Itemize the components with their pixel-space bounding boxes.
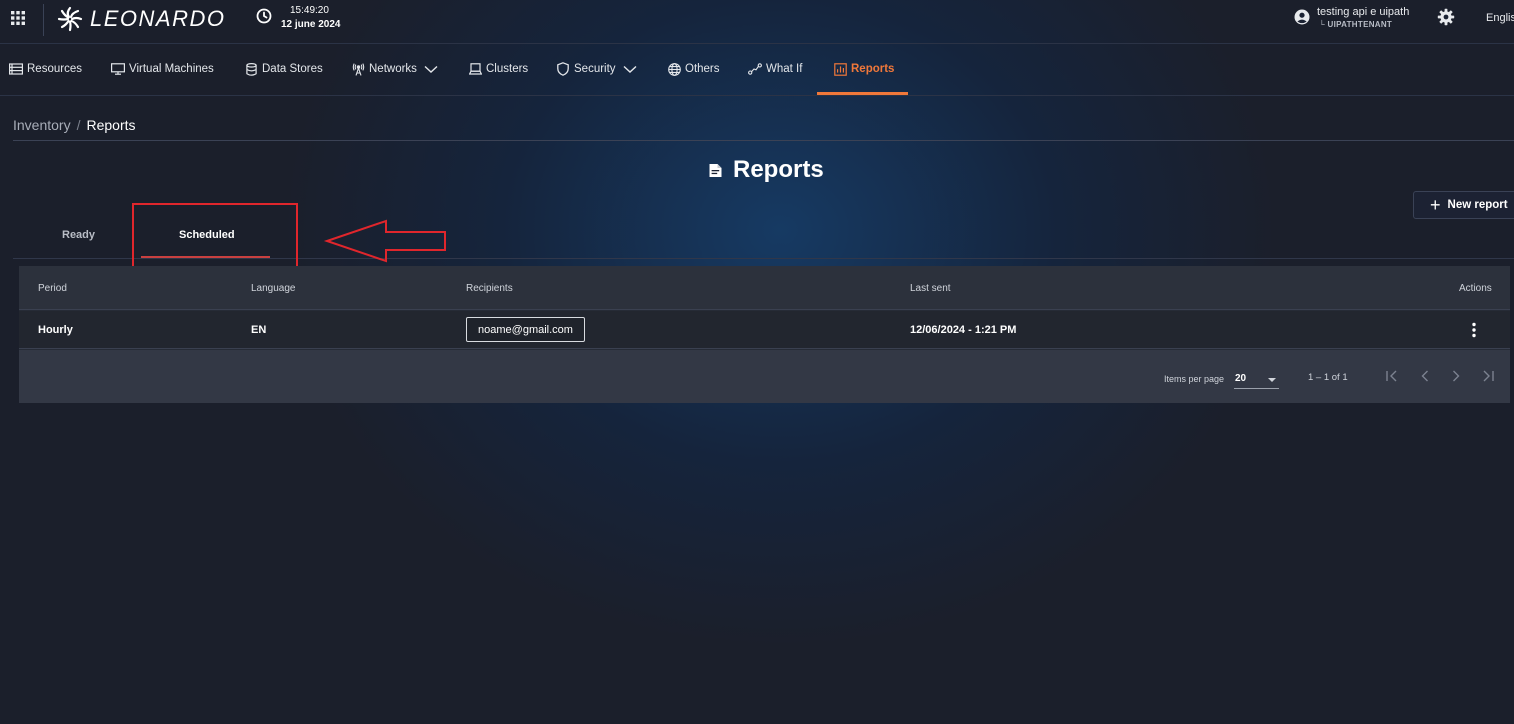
- monitor-icon: [111, 62, 125, 76]
- first-page-icon[interactable]: [1382, 366, 1402, 386]
- nav-security[interactable]: Security: [556, 44, 637, 94]
- dropdown-caret-icon: [1268, 378, 1276, 382]
- nav-others[interactable]: Others: [667, 44, 720, 94]
- nav-label-networks: Networks: [369, 63, 417, 75]
- language-selector[interactable]: Englis: [1486, 12, 1514, 24]
- breadcrumb-current: Reports: [86, 117, 136, 133]
- plus-icon: +: [1430, 195, 1441, 215]
- header-period[interactable]: Period: [38, 283, 67, 294]
- nav-label-reports: Reports: [851, 63, 895, 75]
- header-language[interactable]: Language: [251, 283, 296, 294]
- report-icon: [833, 62, 847, 76]
- breadcrumb-separator: /: [76, 117, 81, 133]
- cell-period: Hourly: [38, 324, 73, 336]
- database-icon: [244, 62, 258, 76]
- current-date: 12 june 2024: [281, 19, 341, 30]
- header-recipients[interactable]: Recipients: [466, 283, 513, 294]
- nav-label-others: Others: [685, 63, 720, 75]
- cell-last-sent: 12/06/2024 - 1:21 PM: [910, 324, 1017, 336]
- nav-active-indicator: [817, 92, 908, 95]
- table-paginator: Items per page 20 1 – 1 of 1: [19, 350, 1510, 403]
- items-per-page-value: 20: [1235, 373, 1247, 384]
- nav-networks[interactable]: Networks: [351, 44, 438, 94]
- nav-what-if[interactable]: What If: [748, 44, 802, 94]
- nav-label-virtual-machines: Virtual Machines: [129, 63, 214, 75]
- items-per-page-select[interactable]: 20: [1234, 369, 1279, 389]
- breadcrumb: Inventory / Reports: [13, 117, 136, 133]
- nav-reports[interactable]: Reports: [833, 44, 894, 94]
- topbar-divider: [43, 4, 44, 36]
- nav-resources[interactable]: Resources: [9, 44, 82, 94]
- nav-label-resources: Resources: [27, 63, 82, 75]
- leonardo-logo-mark-icon: [56, 5, 84, 33]
- nav-label-security: Security: [574, 63, 616, 75]
- tab-ready[interactable]: Ready: [62, 229, 95, 241]
- page-title: Reports: [733, 156, 824, 183]
- main-nav: Resources Virtual Machines Data Stores N…: [0, 44, 1514, 96]
- recipient-chip[interactable]: noame@gmail.com: [466, 317, 585, 342]
- cell-language: EN: [251, 324, 267, 336]
- account-circle-icon[interactable]: [1294, 9, 1310, 25]
- document-icon: [708, 163, 723, 178]
- more-actions-icon[interactable]: [1468, 322, 1480, 338]
- items-per-page-label: Items per page: [1164, 374, 1225, 384]
- table-header: Period Language Recipients Last sent Act…: [19, 266, 1510, 310]
- header-last-sent[interactable]: Last sent: [910, 283, 951, 294]
- scheduled-reports-table: Period Language Recipients Last sent Act…: [19, 266, 1510, 403]
- top-bar: LEONARDO 15:49:20 12 june 2024 testing a…: [0, 0, 1514, 44]
- user-tenant: └ UIPATHTENANT: [1319, 20, 1393, 29]
- nav-label-clusters: Clusters: [486, 63, 529, 75]
- nav-clusters[interactable]: Clusters: [468, 44, 528, 94]
- previous-page-icon[interactable]: [1415, 366, 1435, 386]
- shield-icon: [556, 62, 570, 76]
- antenna-icon: [351, 62, 365, 76]
- annotation-arrow-icon: [322, 218, 450, 264]
- breadcrumb-inventory[interactable]: Inventory: [13, 117, 71, 133]
- nav-virtual-machines[interactable]: Virtual Machines: [111, 44, 214, 94]
- apps-grid-icon[interactable]: [11, 11, 25, 25]
- page-range-label: 1 – 1 of 1: [1308, 372, 1348, 383]
- next-page-icon[interactable]: [1446, 366, 1466, 386]
- brand-name: LEONARDO: [90, 6, 226, 31]
- globe-icon: [667, 62, 681, 76]
- nav-label-what-if: What If: [766, 63, 803, 75]
- leonardo-logo[interactable]: LEONARDO: [56, 4, 232, 34]
- chevron-down-icon: [424, 64, 438, 74]
- table-row[interactable]: Hourly EN noame@gmail.com 12/06/2024 - 1…: [19, 311, 1510, 349]
- chevron-down-icon: [623, 64, 637, 74]
- user-name[interactable]: testing api e uipath: [1317, 6, 1409, 18]
- route-icon: [748, 62, 762, 76]
- page-header: Reports: [708, 156, 824, 184]
- last-page-icon[interactable]: [1478, 366, 1498, 386]
- header-actions: Actions: [1459, 283, 1492, 294]
- nav-data-stores[interactable]: Data Stores: [244, 44, 323, 94]
- current-time: 15:49:20: [290, 5, 329, 16]
- annotation-highlight-box: [132, 203, 298, 275]
- new-report-button[interactable]: + New report: [1413, 191, 1514, 219]
- laptop-icon: [468, 62, 482, 76]
- settings-gear-icon[interactable]: [1437, 8, 1455, 26]
- clock-icon: [256, 8, 272, 24]
- breadcrumb-divider: [13, 140, 1514, 141]
- new-report-label: New report: [1447, 199, 1508, 211]
- server-icon: [9, 62, 23, 76]
- nav-label-data-stores: Data Stores: [262, 63, 323, 75]
